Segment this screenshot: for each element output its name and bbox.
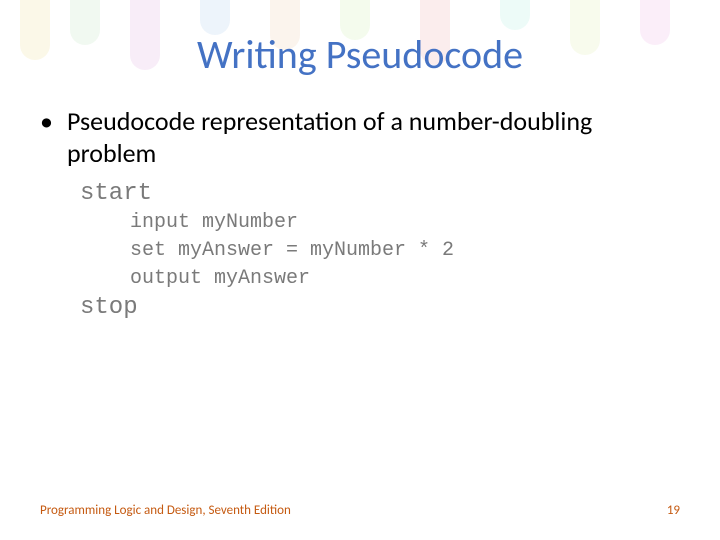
code-line-output: output myAnswer bbox=[80, 265, 680, 293]
content-area: • Pseudocode representation of a number-… bbox=[40, 105, 680, 323]
page-number: 19 bbox=[667, 503, 680, 518]
footer-text: Programming Logic and Design, Seventh Ed… bbox=[40, 503, 291, 518]
bullet-text: Pseudocode representation of a number-do… bbox=[67, 105, 680, 169]
pseudocode-block: start input myNumber set myAnswer = myNu… bbox=[80, 179, 680, 323]
code-line-start: start bbox=[80, 179, 680, 209]
code-line-input: input myNumber bbox=[80, 209, 680, 237]
bullet-marker: • bbox=[40, 105, 53, 137]
bullet-item: • Pseudocode representation of a number-… bbox=[40, 105, 680, 169]
code-line-set: set myAnswer = myNumber * 2 bbox=[80, 237, 680, 265]
slide-title: Writing Pseudocode bbox=[0, 30, 720, 79]
code-line-stop: stop bbox=[80, 293, 680, 323]
